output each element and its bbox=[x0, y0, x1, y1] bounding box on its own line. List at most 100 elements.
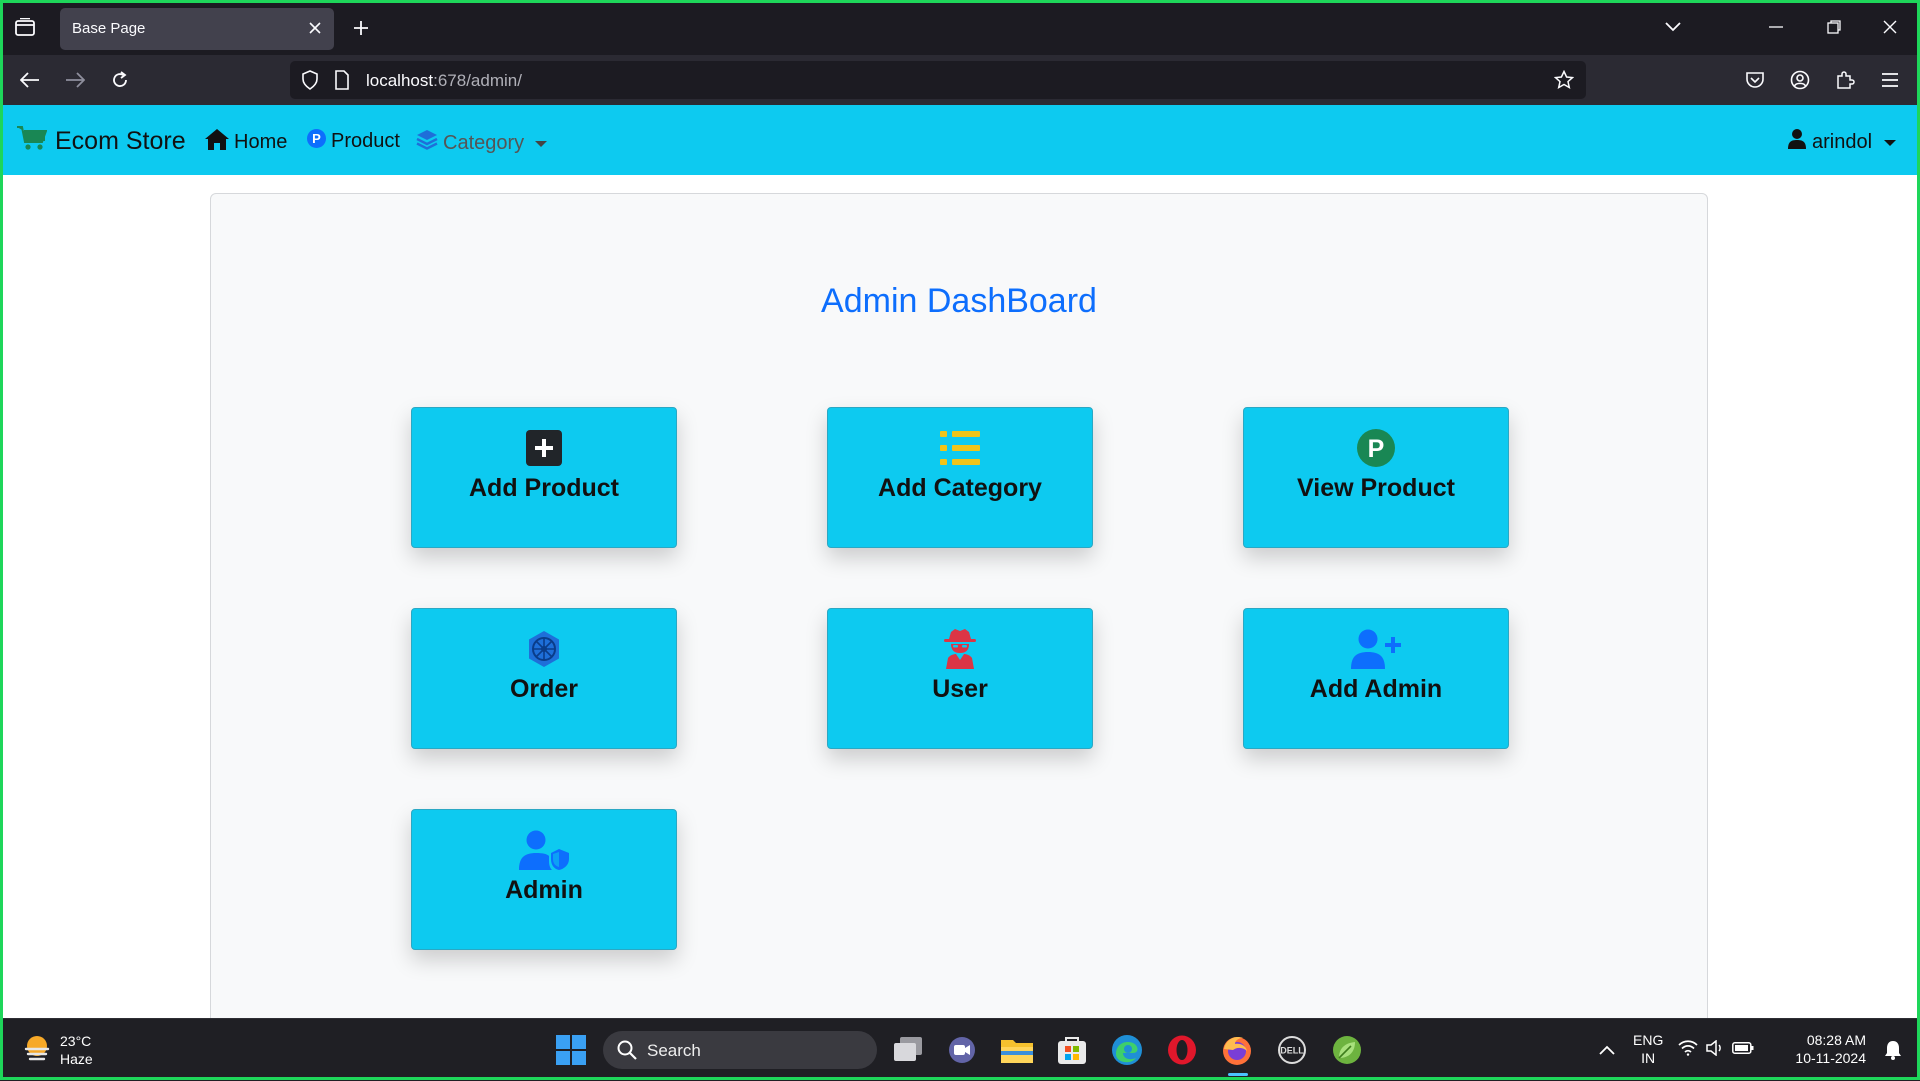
close-window-icon[interactable] bbox=[1876, 14, 1904, 40]
nav-category-label: Category bbox=[443, 131, 525, 154]
user-name: arindol bbox=[1812, 130, 1873, 153]
pocket-icon[interactable] bbox=[1740, 66, 1770, 94]
windows-start-icon[interactable] bbox=[552, 1031, 590, 1069]
tile-label: View Product bbox=[1297, 474, 1455, 502]
search-icon bbox=[617, 1040, 637, 1065]
tab-list-icon[interactable] bbox=[12, 14, 38, 40]
page-title: Admin DashBoard bbox=[821, 282, 1097, 320]
user-dropdown[interactable]: arindol bbox=[1788, 129, 1897, 155]
admin-tile[interactable]: Admin bbox=[411, 809, 677, 950]
url-text[interactable]: localhost:678/admin/ bbox=[366, 71, 522, 91]
svg-text:P: P bbox=[1368, 435, 1385, 463]
add-category-tile[interactable]: Add Category bbox=[827, 407, 1093, 548]
brand-link[interactable]: Ecom Store bbox=[17, 125, 186, 158]
dashboard-card: Admin DashBoard Add Product Add Category… bbox=[210, 193, 1708, 1033]
task-view-icon[interactable] bbox=[889, 1031, 927, 1069]
reload-icon[interactable] bbox=[105, 66, 135, 94]
page-info-icon[interactable] bbox=[334, 70, 350, 95]
dell-icon[interactable]: DELL bbox=[1273, 1031, 1311, 1069]
app-navbar: Ecom Store Home P Product Category arind… bbox=[3, 105, 1917, 175]
url-host: localhost bbox=[366, 71, 434, 90]
square-plus-icon bbox=[412, 428, 676, 468]
browser-tab-active[interactable]: Base Page bbox=[60, 8, 334, 50]
battery-icon bbox=[1732, 1041, 1754, 1059]
tile-label: Add Admin bbox=[1309, 675, 1443, 703]
new-tab-icon[interactable] bbox=[348, 15, 374, 41]
browser-toolbar: localhost:678/admin/ bbox=[0, 55, 1920, 105]
layers-icon bbox=[416, 129, 438, 157]
browser-tab-bar: Base Page bbox=[0, 0, 1920, 55]
tile-label: Order bbox=[509, 675, 579, 703]
chevron-down-icon[interactable] bbox=[1660, 14, 1686, 40]
tile-label: User bbox=[932, 675, 988, 703]
extensions-icon[interactable] bbox=[1830, 66, 1860, 94]
shield-icon[interactable] bbox=[300, 70, 320, 95]
clock-date: 10-11-2024 bbox=[1795, 1050, 1866, 1066]
nav-category-dropdown[interactable]: Category bbox=[416, 129, 548, 157]
list-icon bbox=[828, 428, 1092, 468]
user-icon bbox=[1788, 129, 1806, 155]
weather-condition: Haze bbox=[60, 1051, 93, 1067]
caret-down-icon bbox=[535, 141, 548, 147]
product-p-icon: P bbox=[1244, 428, 1508, 468]
svg-text:P: P bbox=[312, 131, 321, 146]
url-path: :678/admin/ bbox=[433, 71, 522, 90]
forward-icon[interactable] bbox=[60, 66, 90, 94]
weather-widget[interactable]: 23°C Haze bbox=[22, 1032, 93, 1068]
order-badge-icon bbox=[412, 629, 676, 669]
nav-home-link[interactable]: Home bbox=[205, 129, 287, 156]
search-label: Search bbox=[647, 1041, 701, 1060]
nav-product-label: Product bbox=[331, 130, 400, 152]
system-tray-group[interactable] bbox=[1678, 1031, 1754, 1069]
add-admin-tile[interactable]: Add Admin bbox=[1243, 608, 1509, 749]
menu-icon[interactable] bbox=[1875, 66, 1905, 94]
home-icon bbox=[205, 129, 229, 156]
region-code: IN bbox=[1641, 1050, 1656, 1066]
url-bar[interactable]: localhost:678/admin/ bbox=[290, 61, 1586, 99]
order-tile[interactable]: Order bbox=[411, 608, 677, 749]
caret-down-icon bbox=[1884, 140, 1897, 146]
user-secret-icon bbox=[828, 629, 1092, 669]
language-code: ENG bbox=[1633, 1032, 1664, 1048]
brand-text: Ecom Store bbox=[55, 127, 186, 155]
notifications-icon[interactable] bbox=[1874, 1031, 1912, 1069]
file-explorer-icon[interactable] bbox=[998, 1031, 1036, 1069]
restore-icon[interactable] bbox=[1820, 14, 1848, 40]
firefox-browser-icon[interactable] bbox=[1218, 1031, 1256, 1069]
back-icon[interactable] bbox=[15, 66, 45, 94]
product-p-icon: P bbox=[307, 129, 326, 154]
user-tile[interactable]: User bbox=[827, 608, 1093, 749]
spring-leaf-icon[interactable] bbox=[1328, 1031, 1366, 1069]
account-icon[interactable] bbox=[1785, 66, 1815, 94]
cart-icon bbox=[17, 125, 48, 158]
input-language[interactable]: ENG IN bbox=[1633, 1031, 1663, 1067]
nav-home-label: Home bbox=[234, 131, 288, 153]
minimize-icon[interactable] bbox=[1762, 14, 1790, 40]
meet-chat-icon[interactable] bbox=[943, 1031, 981, 1069]
wifi-icon bbox=[1678, 1039, 1698, 1061]
tile-label: Add Category bbox=[878, 474, 1042, 502]
tab-close-icon[interactable] bbox=[304, 17, 326, 39]
add-product-tile[interactable]: Add Product bbox=[411, 407, 677, 548]
tile-label: Add Product bbox=[469, 474, 619, 502]
view-product-tile[interactable]: P View Product bbox=[1243, 407, 1509, 548]
edge-browser-icon[interactable] bbox=[1108, 1031, 1146, 1069]
nav-product-link[interactable]: P Product bbox=[307, 129, 400, 154]
sun-haze-icon bbox=[22, 1033, 52, 1068]
bookmark-star-icon[interactable] bbox=[1553, 69, 1575, 95]
tab-title: Base Page bbox=[72, 20, 146, 37]
user-plus-icon bbox=[1244, 629, 1508, 669]
clock-time: 08:28 AM bbox=[1806, 1032, 1866, 1048]
volume-icon bbox=[1706, 1038, 1724, 1061]
chevron-up-icon[interactable] bbox=[1588, 1031, 1626, 1069]
active-app-indicator bbox=[1228, 1073, 1248, 1076]
windows-taskbar: 23°C Haze Search DELL ENG IN 08:28 AM 10… bbox=[0, 1018, 1920, 1081]
opera-browser-icon[interactable] bbox=[1163, 1031, 1201, 1069]
tile-label: Admin bbox=[505, 876, 583, 904]
microsoft-store-icon[interactable] bbox=[1053, 1031, 1091, 1069]
taskbar-search[interactable]: Search bbox=[603, 1031, 877, 1069]
svg-text:DELL: DELL bbox=[1280, 1046, 1304, 1056]
weather-temp: 23°C bbox=[60, 1033, 92, 1049]
user-shield-icon bbox=[412, 830, 676, 870]
clock[interactable]: 08:28 AM 10-11-2024 bbox=[1780, 1031, 1866, 1067]
